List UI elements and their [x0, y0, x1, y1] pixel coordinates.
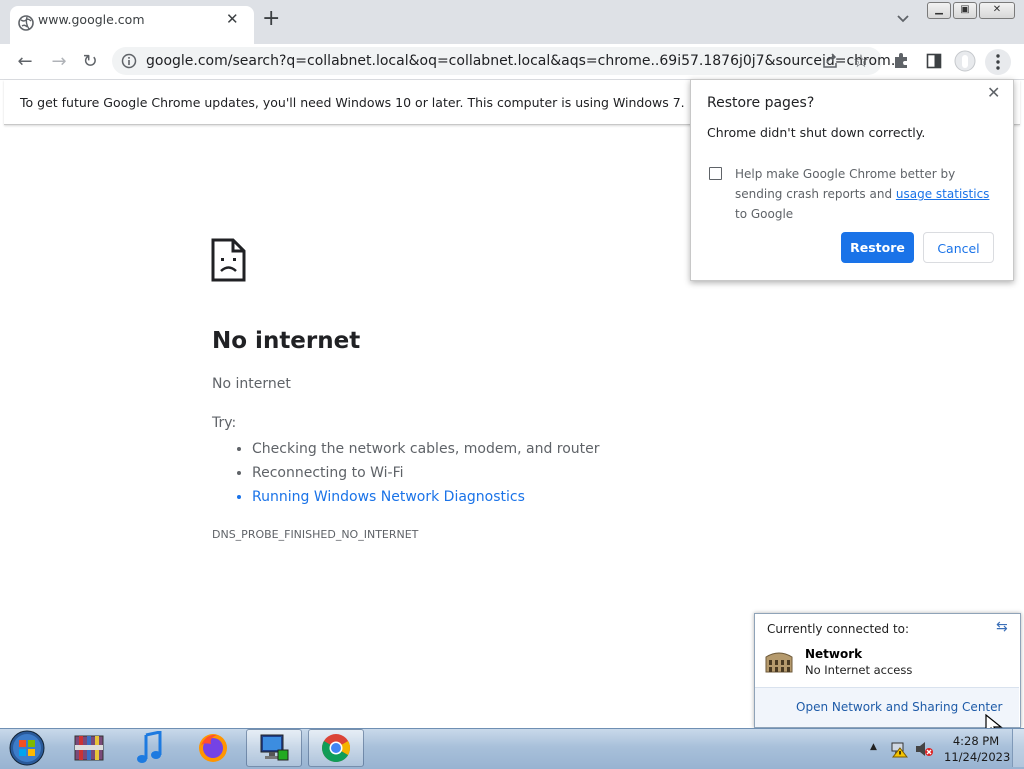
dialog-close-icon[interactable]: ✕: [987, 83, 1000, 102]
tab-title: www.google.com: [38, 12, 145, 27]
network-name: Network: [805, 647, 863, 661]
clock-time: 4:28 PM: [952, 734, 1000, 748]
computer-network-icon: [260, 734, 289, 761]
dialog-description: Chrome didn't shut down correctly.: [707, 125, 926, 140]
url-text[interactable]: google.com/search?q=collabnet.local&oq=c…: [146, 53, 905, 69]
chevron-down-icon[interactable]: [896, 14, 910, 24]
side-panel-icon[interactable]: [926, 53, 942, 69]
new-tab-plus-icon[interactable]: +: [262, 8, 280, 30]
start-orb-icon[interactable]: [6, 729, 48, 767]
chrome-icon: [322, 734, 350, 762]
suggestion-item: Reconnecting to Wi-Fi: [252, 461, 600, 485]
maximize-button[interactable]: ▣: [953, 2, 977, 19]
error-code: DNS_PROBE_FINISHED_NO_INTERNET: [212, 528, 419, 541]
reload-icon[interactable]: ↻: [79, 51, 101, 73]
share-icon[interactable]: [821, 53, 839, 69]
close-window-button[interactable]: ✕: [979, 2, 1015, 19]
show-desktop-button[interactable]: [1012, 729, 1024, 767]
network-diagnostics-link[interactable]: Running Windows Network Diagnostics: [252, 485, 600, 509]
open-network-center-link[interactable]: Open Network and Sharing Center: [796, 700, 1002, 714]
refresh-arrows-icon[interactable]: ⇆: [996, 619, 1008, 635]
network-status: No Internet access: [805, 663, 913, 677]
dialog-title: Restore pages?: [707, 95, 815, 111]
suggestion-item: Checking the network cables, modem, and …: [252, 437, 600, 461]
extensions-puzzle-icon[interactable]: [892, 52, 910, 70]
network-location-icon: [765, 652, 793, 673]
firefox-icon: [199, 734, 227, 762]
infobar-text: To get future Google Chrome updates, you…: [20, 95, 685, 110]
system-clock[interactable]: 4:28 PM 11/24/2023: [944, 733, 1011, 765]
bookmark-star-icon[interactable]: ☆: [850, 51, 872, 73]
cancel-button[interactable]: Cancel: [923, 232, 994, 263]
globe-icon: [18, 15, 34, 31]
tab-close-icon[interactable]: ✕: [226, 10, 239, 28]
forward-arrow-icon[interactable]: →: [48, 51, 70, 73]
crash-report-checkbox[interactable]: [709, 167, 722, 180]
error-title: No internet: [212, 328, 361, 354]
flyout-header: Currently connected to:: [767, 622, 910, 636]
suggestion-list: Checking the network cables, modem, and …: [222, 437, 600, 509]
clock-date: 11/24/2023: [944, 750, 1011, 764]
usage-statistics-link[interactable]: usage statistics: [896, 187, 990, 201]
music-note-icon: [137, 731, 162, 763]
tray-expand-icon[interactable]: ▲: [870, 742, 877, 752]
more-vert-icon[interactable]: [995, 53, 1001, 71]
back-arrow-icon[interactable]: ←: [14, 51, 36, 73]
error-subtitle: No internet: [212, 376, 291, 392]
minimize-button[interactable]: ▁: [927, 2, 951, 19]
profile-avatar-icon[interactable]: [954, 50, 976, 72]
help-text-after: to Google: [735, 207, 794, 221]
volume-muted-icon[interactable]: [914, 740, 934, 758]
network-warning-icon[interactable]: [890, 740, 908, 758]
crash-report-help-text: Help make Google Chrome better by sendin…: [735, 164, 995, 224]
sad-document-icon: [211, 238, 246, 282]
try-label: Try:: [212, 415, 237, 431]
restore-button[interactable]: Restore: [841, 232, 914, 263]
info-icon[interactable]: [121, 53, 137, 69]
archive-app-icon: [74, 735, 104, 761]
